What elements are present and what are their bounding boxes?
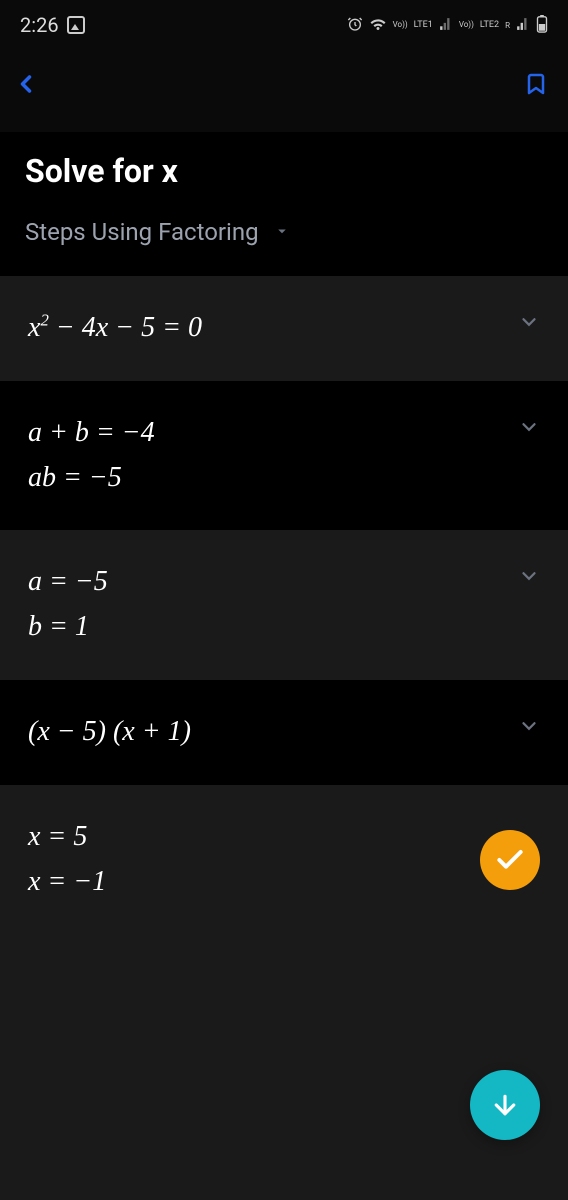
lte2-label: LTE2	[480, 20, 499, 30]
back-button[interactable]	[12, 70, 40, 102]
chevron-down-icon	[518, 565, 540, 591]
signal-icon-1	[439, 17, 453, 34]
step-3[interactable]: a = −5 b = 1	[0, 530, 568, 680]
scroll-down-button[interactable]	[470, 1070, 540, 1140]
chevron-down-icon	[518, 416, 540, 442]
status-time: 2:26	[20, 13, 59, 37]
signal-icon-2	[516, 17, 530, 34]
chevron-down-icon	[518, 311, 540, 337]
page-title: Solve for x	[25, 152, 543, 190]
step-5-answer[interactable]: x = 5 x = −1	[0, 785, 568, 935]
equation-3b: b = 1	[28, 605, 108, 650]
wifi-icon	[369, 15, 387, 36]
equation-2b: ab = −5	[28, 456, 155, 501]
picture-icon	[67, 16, 85, 34]
equation-4: (x − 5) (x + 1)	[28, 710, 191, 755]
method-selector[interactable]: Steps Using Factoring	[25, 218, 543, 246]
correct-badge	[480, 830, 540, 890]
answer-2: x = −1	[28, 860, 106, 905]
battery-icon	[536, 15, 548, 36]
vo-label-1: Vo))	[393, 21, 408, 29]
r-label: R	[505, 21, 510, 30]
alarm-icon	[347, 16, 363, 35]
step-4[interactable]: (x − 5) (x + 1)	[0, 680, 568, 785]
equation-2a: a + b = −4	[28, 411, 155, 456]
answer-1: x = 5	[28, 815, 106, 860]
equation-1: x2 − 4x − 5 = 0	[28, 306, 202, 351]
equation-3a: a = −5	[28, 560, 108, 605]
step-1[interactable]: x2 − 4x − 5 = 0	[0, 276, 568, 381]
step-2[interactable]: a + b = −4 ab = −5	[0, 381, 568, 531]
dropdown-icon	[273, 218, 291, 246]
status-bar: 2:26 Vo)) LTE1 Vo)) LTE2 R	[0, 0, 568, 50]
nav-bar	[0, 50, 568, 132]
chevron-down-icon	[518, 715, 540, 741]
lte1-label: LTE1	[414, 20, 433, 30]
title-section: Solve for x Steps Using Factoring	[0, 132, 568, 276]
method-label: Steps Using Factoring	[25, 218, 259, 246]
bookmark-button[interactable]	[524, 70, 548, 102]
status-right: Vo)) LTE1 Vo)) LTE2 R	[347, 15, 548, 36]
vo-label-2: Vo))	[459, 21, 474, 29]
